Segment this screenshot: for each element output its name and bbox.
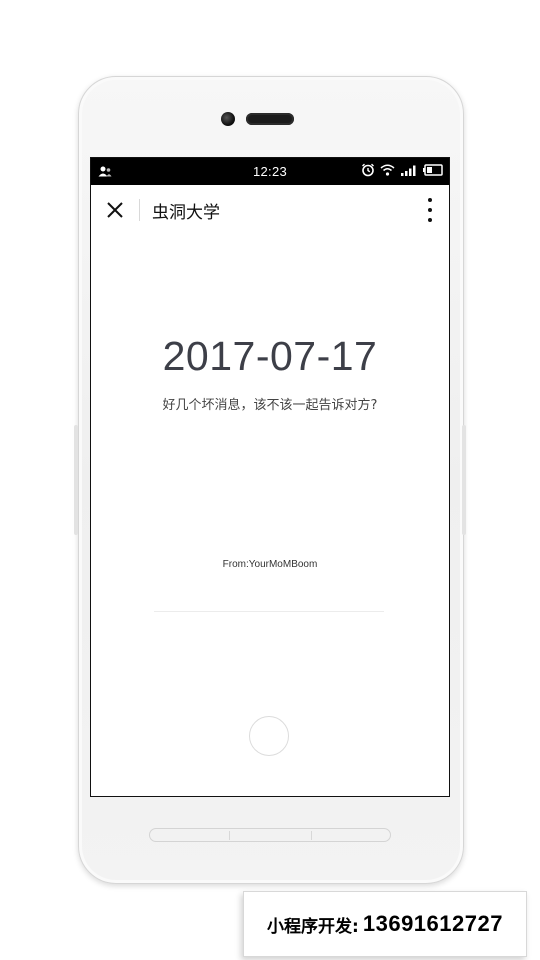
phone-screen: 12:23 虫洞大学 2017-07-17 好几个坏消息，该不该一起告诉对方? bbox=[90, 157, 450, 797]
question-text: 好几个坏消息，该不该一起告诉对方? bbox=[162, 398, 378, 413]
phone-side-button-left bbox=[74, 425, 78, 535]
front-camera bbox=[221, 112, 235, 126]
status-icons bbox=[361, 163, 443, 180]
earpiece-speaker bbox=[246, 113, 294, 125]
phone-bottom-keys bbox=[149, 828, 391, 842]
status-bar: 12:23 bbox=[91, 158, 449, 185]
phone-side-button-right bbox=[462, 425, 466, 535]
page-title: 虫洞大学 bbox=[152, 202, 220, 223]
divider-line bbox=[154, 611, 384, 612]
more-button[interactable] bbox=[425, 198, 435, 222]
alarm-icon bbox=[361, 163, 375, 180]
promo-label: 小程序开发: bbox=[267, 916, 359, 937]
signal-icon bbox=[400, 164, 418, 179]
from-text: From:YourMoMBoom bbox=[222, 559, 318, 570]
date-heading: 2017-07-17 bbox=[162, 333, 378, 379]
promo-banner: 小程序开发: 13691612727 bbox=[243, 891, 527, 957]
battery-icon bbox=[423, 164, 443, 179]
close-button[interactable] bbox=[91, 185, 139, 235]
home-circle-button[interactable] bbox=[249, 716, 289, 756]
more-icon bbox=[428, 198, 432, 202]
nav-divider bbox=[139, 199, 140, 221]
promo-phone: 13691612727 bbox=[362, 911, 503, 936]
nav-bar: 虫洞大学 bbox=[91, 185, 449, 235]
wifi-icon bbox=[380, 164, 395, 179]
close-icon bbox=[107, 202, 123, 218]
